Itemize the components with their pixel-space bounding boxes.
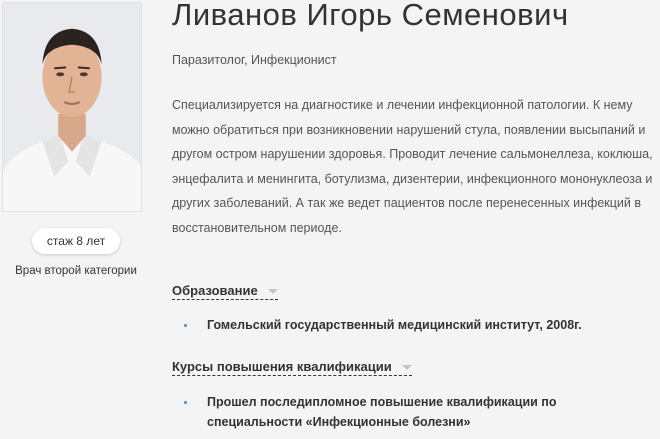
courses-section-title: Курсы повышения квалификации [172, 359, 392, 374]
doctor-category: Врач второй категории [15, 265, 137, 277]
courses-section-toggle[interactable]: Курсы повышения квалификации [172, 359, 413, 376]
doctor-name: Ливанов Игорь Семенович [172, 0, 569, 32]
list-item: Гомельский государственный медицинский и… [184, 315, 624, 335]
courses-item-text: Прошел последипломное повышение квалифик… [207, 395, 557, 429]
caret-down-icon [268, 289, 279, 295]
bullet-icon [184, 401, 187, 404]
doctor-specialty: Паразитолог, Инфекционист [172, 53, 337, 67]
bullet-icon [184, 324, 187, 327]
experience-badge: стаж 8 лет [32, 228, 120, 254]
list-item: Прошел последипломное повышение квалифик… [184, 392, 624, 432]
doctor-bio: Специализируется на диагностике и лечени… [172, 98, 653, 235]
education-section-toggle[interactable]: Образование [172, 283, 279, 300]
education-section-title: Образование [172, 283, 258, 298]
caret-down-icon [402, 365, 413, 371]
education-item-text: Гомельский государственный медицинский и… [207, 318, 582, 332]
doctor-photo [2, 2, 142, 212]
doctor-profile: стаж 8 лет Врач второй категории Ливанов… [0, 0, 660, 439]
